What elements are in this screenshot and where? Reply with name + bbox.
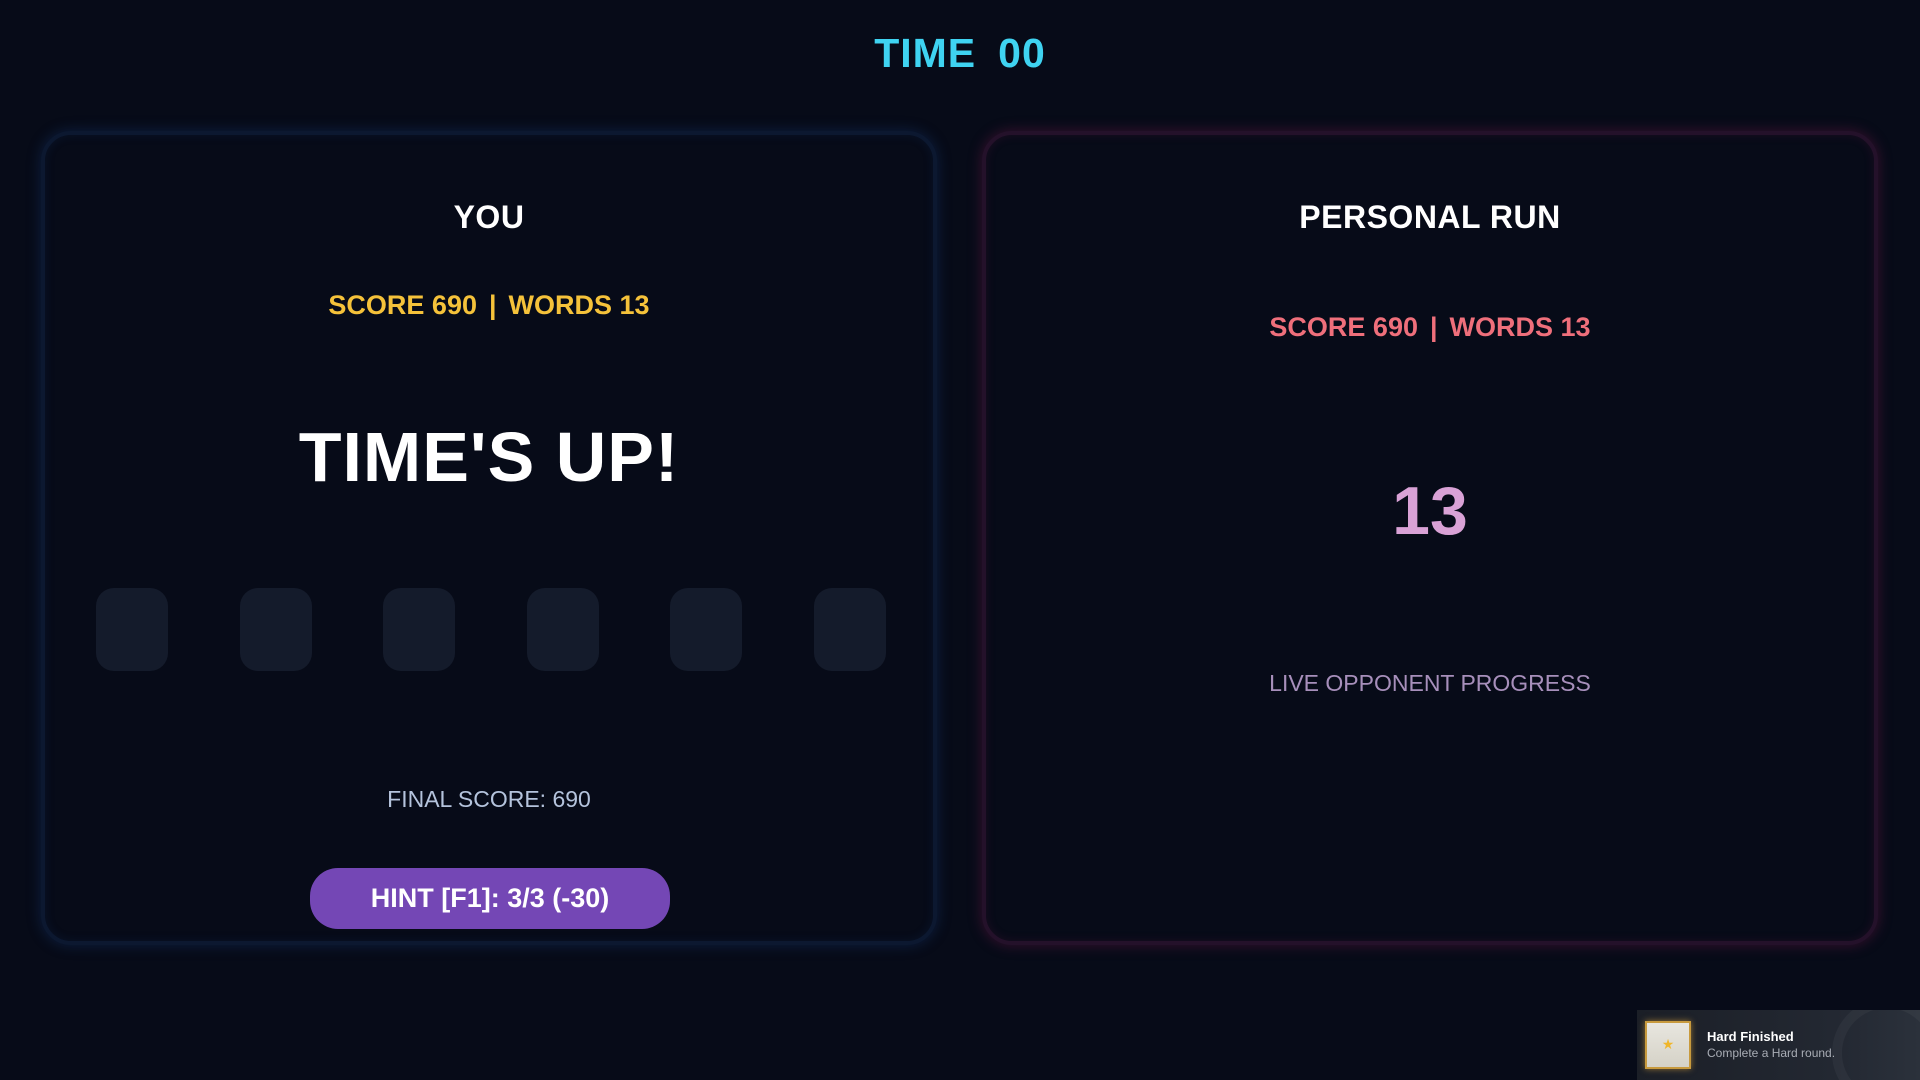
opponent-scoreline: SCORE 690 | WORDS 13 (986, 312, 1874, 343)
letter-slot (96, 588, 168, 671)
timer-display: TIME 00 (0, 30, 1920, 77)
opponent-panel: PERSONAL RUN SCORE 690 | WORDS 13 13 LIVE … (982, 131, 1878, 945)
opponent-progress-caption: LIVE OPPONENT PROGRESS (1269, 670, 1591, 696)
player-score: SCORE 690 (328, 290, 477, 320)
letter-slots (96, 588, 886, 671)
player-panel-title: YOU (453, 199, 525, 235)
hint-button[interactable]: HINT [F1]: 3/3 (-30) (310, 868, 670, 929)
star-icon: ★ (1661, 1036, 1675, 1052)
opponent-words: WORDS 13 (1449, 312, 1591, 342)
letter-slot (239, 588, 312, 671)
letter-slot (670, 588, 743, 671)
toast-decoration (1832, 1010, 1920, 1080)
opponent-score: SCORE 690 (1269, 312, 1418, 342)
letter-slot (813, 588, 886, 671)
opponent-word-count: 13 (1392, 473, 1468, 549)
timer-label: TIME (874, 30, 977, 76)
letter-slot (383, 588, 456, 671)
achievement-icon: ★ (1645, 1021, 1691, 1069)
opponent-panel-title: PERSONAL RUN (1299, 199, 1561, 235)
achievement-title: Hard Finished (1707, 1029, 1794, 1044)
opponent-score-separator: | (1429, 312, 1438, 342)
achievement-toast[interactable]: ★ Hard Finished Complete a Hard round. (1637, 1010, 1920, 1080)
player-words: WORDS 13 (508, 290, 650, 320)
player-scoreline: SCORE 690 | WORDS 13 (45, 290, 933, 321)
player-panel: YOU SCORE 690 | WORDS 13 TIME'S UP! FINAL … (41, 131, 937, 945)
times-up-banner: TIME'S UP! (298, 418, 680, 496)
player-score-separator: | (488, 290, 497, 320)
final-score: FINAL SCORE: 690 (387, 786, 591, 812)
timer-value: 00 (998, 30, 1046, 76)
achievement-description: Complete a Hard round. (1707, 1046, 1836, 1060)
letter-slot (526, 588, 599, 671)
